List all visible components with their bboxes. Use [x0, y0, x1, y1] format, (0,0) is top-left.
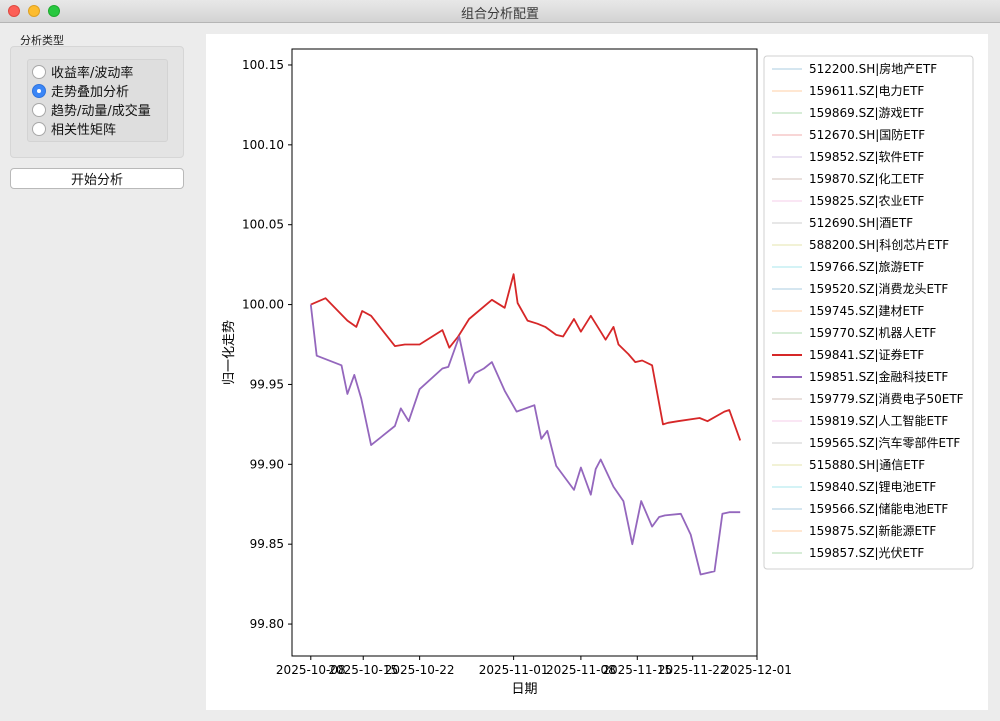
y-tick-label: 99.85: [250, 537, 284, 551]
legend-label: 159841.SZ|证券ETF: [809, 347, 924, 362]
legend-label: 159825.SZ|农业ETF: [809, 194, 924, 208]
y-tick-label: 99.95: [250, 377, 284, 391]
legend-label: 159745.SZ|建材ETF: [809, 304, 924, 318]
legend-label: 512200.SH|房地产ETF: [809, 61, 937, 76]
y-tick-label: 100.10: [242, 138, 284, 152]
legend-label: 512670.SH|国防ETF: [809, 127, 925, 142]
legend-label: 159851.SZ|金融科技ETF: [809, 369, 948, 384]
radio-label: 趋势/动量/成交量: [51, 104, 151, 119]
y-tick-label: 100.15: [242, 58, 284, 72]
legend-label: 159611.SZ|电力ETF: [809, 84, 924, 98]
x-axis-label: 日期: [511, 682, 537, 697]
legend-label: 588200.SH|科创芯片ETF: [809, 238, 949, 252]
legend-label: 159566.SZ|储能电池ETF: [809, 501, 948, 516]
plot-panel: 99.80 99.85 99.90 99.95 100.00 100.05 100.10 10…: [206, 34, 988, 710]
x-tick-label: 2025-11-01: [479, 663, 549, 677]
analysis-type-options: 收益率/波动率 走势叠加分析 趋势/动量/成交量 相关性矩阵: [27, 59, 168, 142]
legend-label: 159869.SZ|游戏ETF: [809, 106, 924, 120]
radio-indicator: [32, 64, 46, 79]
legend-label: 159840.SZ|锂电池ETF: [809, 479, 936, 494]
y-tick-label: 100.00: [242, 298, 284, 312]
radio-label: 收益率/波动率: [51, 66, 134, 81]
legend-label: 159766.SZ|旅游ETF: [809, 260, 924, 274]
legend-label: 159875.SZ|新能源ETF: [809, 523, 936, 538]
analysis-type-group: 收益率/波动率 走势叠加分析 趋势/动量/成交量 相关性矩阵: [10, 46, 184, 158]
y-tick-label: 99.80: [250, 617, 284, 631]
radio-indicator: [32, 102, 46, 117]
window-title: 组合分析配置: [460, 7, 539, 22]
legend-label: 512690.SH|酒ETF: [809, 216, 913, 230]
legend-label: 159520.SZ|消费龙头ETF: [809, 282, 948, 296]
trend-overlay-chart: 99.80 99.85 99.90 99.95 100.00 100.05 100.10 10…: [221, 48, 974, 697]
radio-indicator: [32, 83, 46, 98]
start-analysis-button[interactable]: 开始分析: [10, 168, 184, 189]
x-tick-label: 2025-10-22: [385, 663, 455, 677]
title-bar: 组合分析配置: [0, 0, 1000, 23]
radio-correlation-matrix[interactable]: 相关性矩阵: [32, 119, 116, 138]
legend-label: 159819.SZ|人工智能ETF: [809, 413, 948, 428]
legend-label: 515880.SH|通信ETF: [809, 458, 925, 472]
radio-label: 走势叠加分析: [51, 85, 130, 100]
legend-label: 159852.SZ|软件ETF: [809, 150, 924, 164]
radio-return-volatility[interactable]: 收益率/波动率: [32, 62, 133, 81]
radio-indicator: [32, 121, 46, 136]
legend-label: 159870.SZ|化工ETF: [809, 172, 924, 186]
y-tick-label: 99.90: [250, 457, 284, 471]
legend-label: 159770.SZ|机器人ETF: [809, 326, 936, 340]
y-tick-label: 100.05: [242, 218, 284, 232]
radio-label: 相关性矩阵: [51, 123, 117, 138]
plot-area: [291, 48, 758, 657]
legend-label: 159565.SZ|汽车零部件ETF: [809, 435, 960, 450]
radio-trend-momentum-volume[interactable]: 趋势/动量/成交量: [32, 100, 151, 119]
y-axis-label: 归一化走势: [221, 320, 237, 385]
legend-label: 159857.SZ|光伏ETF: [809, 546, 924, 560]
legend-label: 159779.SZ|消费电子50ETF: [809, 392, 964, 406]
x-tick-label: 2025-12-01: [722, 663, 792, 677]
x-tick-label: 2025-11-22: [658, 663, 728, 677]
radio-trend-overlay[interactable]: 走势叠加分析: [32, 81, 129, 100]
